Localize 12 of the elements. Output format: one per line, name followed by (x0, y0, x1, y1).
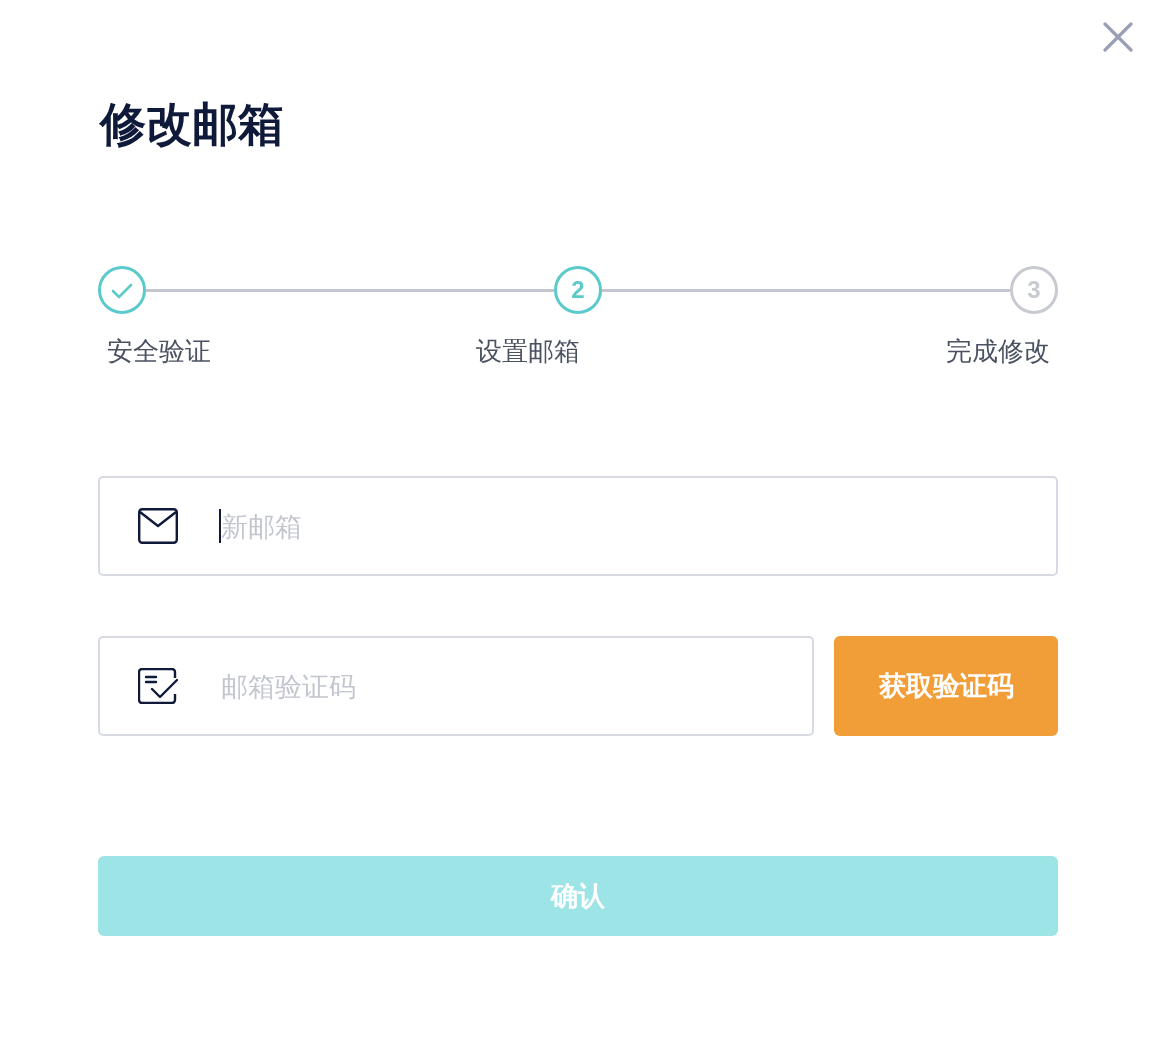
step-label: 安全验证 (107, 335, 211, 368)
checklist-icon (138, 668, 178, 704)
envelope-icon (138, 508, 178, 544)
close-button[interactable] (1103, 22, 1133, 52)
dialog-title: 修改邮箱 (100, 96, 284, 152)
close-icon (1103, 22, 1133, 52)
email-input[interactable]: 新邮箱 (98, 476, 1058, 576)
get-code-button[interactable]: 获取验证码 (834, 636, 1058, 736)
step-number: 2 (554, 266, 602, 314)
code-input[interactable]: 邮箱验证码 (98, 636, 814, 736)
step-label: 设置邮箱 (476, 335, 580, 368)
step-label: 完成修改 (946, 335, 1050, 368)
